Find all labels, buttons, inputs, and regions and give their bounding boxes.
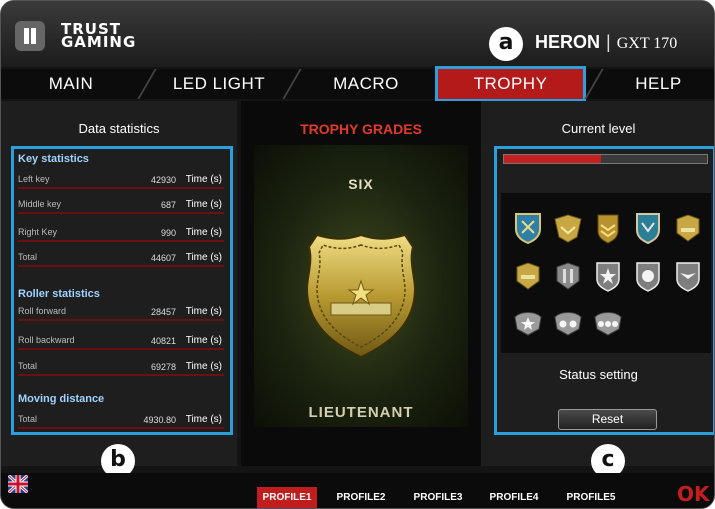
level-progress-bar — [503, 154, 708, 164]
row-unit: Time (s) — [185, 335, 222, 346]
row-unit: Time (s) — [185, 414, 222, 425]
logo-line-2: GAMING — [61, 33, 137, 51]
statistics-box: Key statistics Left key 42930 Time (s) M… — [11, 146, 233, 435]
current-level-title: Current level — [561, 121, 636, 136]
row-value: 687 — [160, 200, 176, 210]
row-value: 40821 — [150, 336, 176, 346]
row-unit: Time (s) — [185, 306, 222, 317]
trophy-rank: LIEUTENANT — [308, 404, 414, 421]
row-label: Right Key — [18, 227, 58, 237]
product-separator: | — [606, 32, 611, 52]
star-silver-badge-icon — [596, 262, 620, 292]
tab-trophy[interactable]: TROPHY — [435, 66, 586, 102]
uk-flag-icon[interactable] — [8, 475, 28, 493]
wings-gold-badge-icon — [554, 214, 582, 243]
trophy-level: SIX — [348, 176, 374, 192]
profile-1-tab[interactable]: PROFILE1 — [257, 487, 317, 508]
moving-distance-heading: Moving distance — [18, 393, 105, 405]
trophy-grades-panel: TROPHY GRADES SIX LIEUTENANT — [241, 101, 481, 466]
status-setting-title: Status setting — [559, 367, 638, 382]
row-label: Roll backward — [18, 335, 75, 345]
profile-2-tab[interactable]: PROFILE2 — [331, 487, 391, 508]
table-row: Total 44607 Time (s) — [18, 249, 224, 267]
row-value: 69278 — [150, 362, 176, 372]
callout-a: a — [489, 27, 523, 61]
lieutenant-shield-icon — [305, 233, 417, 359]
tab-led-light[interactable]: LED LIGHT — [151, 69, 287, 99]
table-row: Total 69278 Time (s) — [18, 358, 224, 376]
table-row: Middle key 687 Time (s) — [18, 196, 224, 214]
product-title: HERON | GXT 170 — [535, 32, 677, 53]
star-silver-badge-icon — [636, 262, 660, 292]
main-tabs: MAIN LED LIGHT MACRO TROPHY HELP — [1, 66, 714, 102]
app-window: TRUST GAMING a HERON | GXT 170 MAIN LED LI… — [0, 0, 715, 509]
table-row: Left key 42930 Time (s) — [18, 171, 224, 189]
row-unit: Time (s) — [185, 361, 222, 372]
two-star-silver-badge-icon — [554, 312, 582, 336]
profile-5-tab[interactable]: PROFILE5 — [561, 487, 621, 508]
row-label: Roll forward — [18, 306, 67, 316]
tab-help[interactable]: HELP — [601, 69, 714, 99]
table-row: Roll forward 28457 Time (s) — [18, 303, 224, 321]
row-value: 44607 — [150, 253, 176, 263]
pause-icon[interactable] — [15, 21, 45, 51]
product-model: GXT 170 — [616, 35, 678, 52]
reset-button[interactable]: Reset — [558, 409, 657, 430]
table-row: Total 4930.80 Time (s) — [18, 411, 224, 429]
row-unit: Time (s) — [185, 252, 222, 263]
row-value: 42930 — [150, 175, 176, 185]
title-bar: TRUST GAMING a HERON | GXT 170 — [1, 1, 714, 67]
chevron-gold-badge-icon — [597, 214, 619, 244]
bar-gold-badge-icon — [516, 262, 540, 290]
row-label: Total — [18, 252, 38, 262]
row-label: Left key — [18, 174, 50, 184]
row-unit: Time (s) — [185, 199, 222, 210]
profile-3-tab[interactable]: PROFILE3 — [408, 487, 468, 508]
trophy-grades-title: TROPHY GRADES — [300, 121, 422, 137]
bar-gold-badge-icon — [676, 214, 700, 242]
badge-grid — [501, 193, 711, 353]
row-unit: Time (s) — [185, 227, 222, 238]
roller-statistics-heading: Roller statistics — [18, 288, 100, 300]
row-label: Total — [18, 361, 38, 371]
table-row: Roll backward 40821 Time (s) — [18, 332, 224, 350]
row-label: Total — [18, 414, 38, 424]
eagle-silver-badge-icon — [676, 262, 700, 292]
tab-macro[interactable]: MACRO — [296, 69, 436, 99]
row-unit: Time (s) — [185, 174, 222, 185]
row-value: 28457 — [150, 307, 176, 317]
three-star-silver-badge-icon — [594, 312, 622, 336]
one-star-silver-badge-icon — [514, 312, 542, 336]
profile-4-tab[interactable]: PROFILE4 — [484, 487, 544, 508]
key-statistics-heading: Key statistics — [18, 153, 89, 165]
table-row: Right Key 990 Time (s) — [18, 224, 224, 242]
shield-blue-badge-icon — [515, 213, 541, 245]
row-value: 4930.80 — [143, 415, 176, 425]
double-bar-silver-badge-icon — [556, 262, 580, 290]
tab-main[interactable]: MAIN — [1, 69, 141, 99]
product-name: HERON — [535, 32, 601, 52]
data-statistics-title: Data statistics — [78, 121, 160, 136]
ok-button[interactable]: OK — [677, 482, 710, 506]
row-value: 990 — [160, 228, 176, 238]
row-label: Middle key — [18, 199, 62, 209]
brand-logo: TRUST GAMING — [61, 22, 137, 51]
shield-blue-badge-icon — [636, 213, 660, 245]
level-progress-fill — [504, 155, 602, 163]
